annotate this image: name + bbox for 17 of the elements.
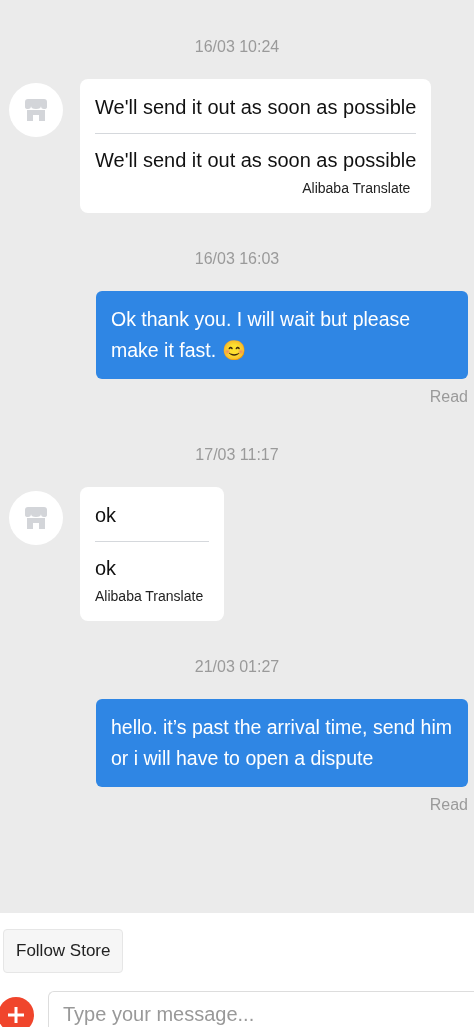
- follow-store-button[interactable]: Follow Store: [3, 929, 124, 973]
- read-status: Read: [429, 795, 468, 815]
- translated-text: ok: [95, 556, 118, 581]
- message-text: We'll send it out as soon as possible: [95, 95, 417, 120]
- read-status: Read: [429, 387, 468, 407]
- message-text: Ok thank you. I will wait but please make it fast. 😊: [111, 307, 412, 363]
- translator-label: Alibaba Translate: [95, 587, 204, 606]
- message-input[interactable]: Type your message...: [48, 991, 474, 1027]
- add-icon[interactable]: [0, 997, 34, 1027]
- timestamp: 17/03 11:17: [195, 445, 279, 465]
- timestamp: 16/03 10:24: [194, 37, 280, 57]
- translator-label: Alibaba Translate: [302, 179, 411, 198]
- message-text: hello. it’s past the arrival time, send him or i will have to open a dispute: [111, 715, 453, 771]
- timestamp: 21/03 01:27: [194, 657, 280, 677]
- message-text: ok: [95, 503, 118, 528]
- timestamp: 16/03 16:03: [194, 249, 280, 269]
- translated-text: We'll send it out as soon as possible: [95, 148, 417, 173]
